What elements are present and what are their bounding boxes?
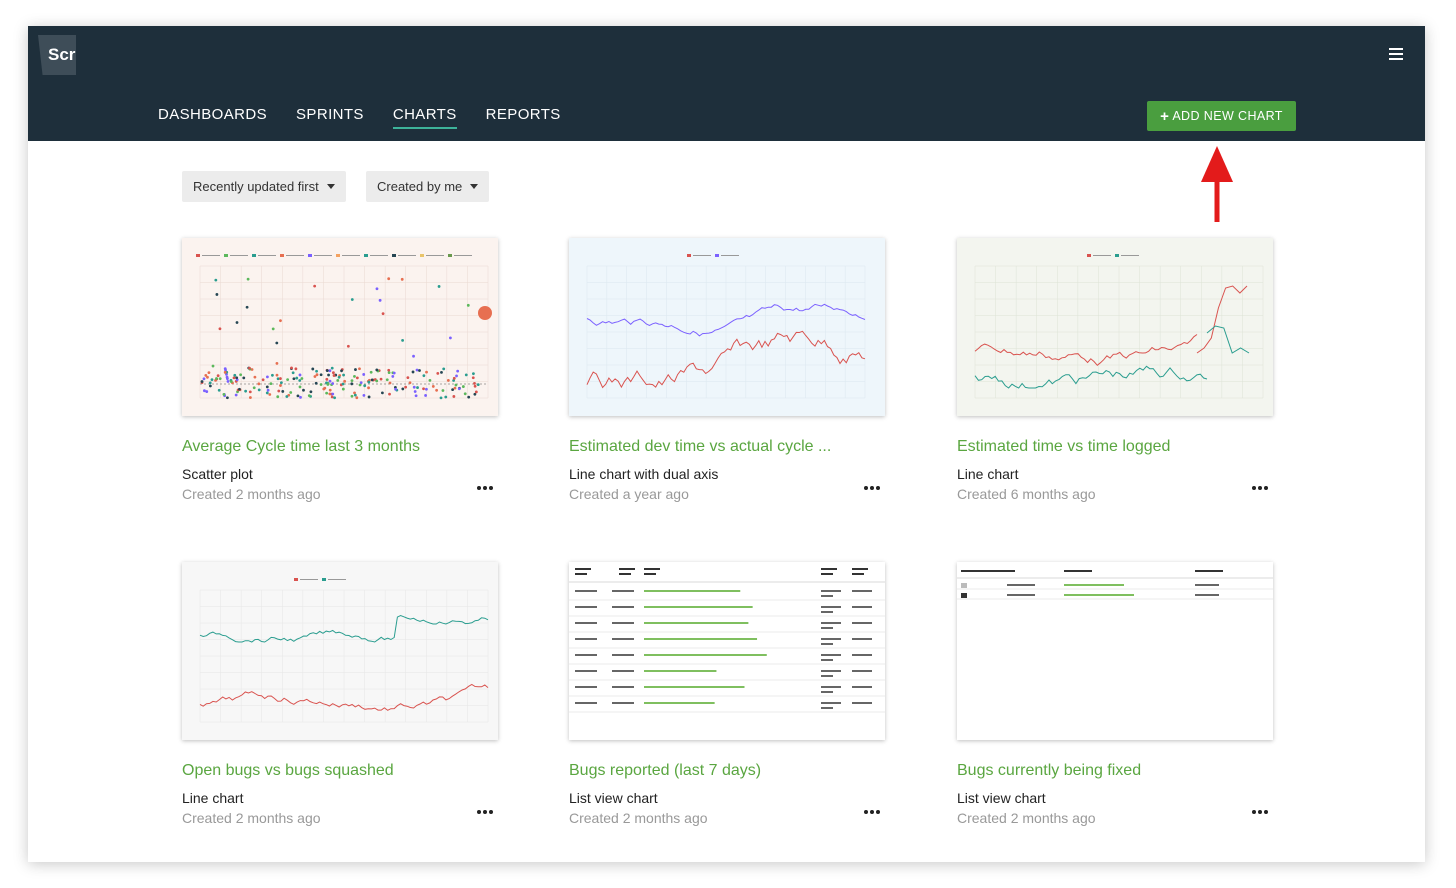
chart-title-link[interactable]: Estimated dev time vs actual cycle ... (569, 438, 885, 456)
more-options-icon[interactable] (1252, 486, 1268, 490)
sort-dropdown-label: Recently updated first (193, 179, 319, 194)
add-new-chart-label: ADD NEW CHART (1172, 109, 1283, 123)
nav-sprints[interactable]: SPRINTS (296, 106, 364, 129)
top-navigation-bar: Scr DASHBOARDS SPRINTS CHARTS REPORTS + … (28, 26, 1425, 141)
nav-charts[interactable]: CHARTS (392, 106, 457, 129)
add-new-chart-button[interactable]: + ADD NEW CHART (1147, 101, 1296, 131)
chart-type-label: Line chart with dual axis (569, 466, 719, 482)
more-options-icon[interactable] (477, 486, 493, 490)
chart-thumbnail[interactable] (569, 238, 885, 416)
chart-type-label: List view chart (957, 790, 1046, 806)
more-options-icon[interactable] (477, 810, 493, 814)
caret-down-icon (326, 184, 335, 189)
chart-card: Estimated time vs time logged Line chart… (957, 238, 1273, 502)
chart-card: Estimated dev time vs actual cycle ... L… (569, 238, 885, 502)
chart-card: Average Cycle time last 3 months Scatter… (182, 238, 498, 502)
chart-thumbnail[interactable] (182, 562, 498, 740)
chart-title-link[interactable]: Estimated time vs time logged (957, 438, 1273, 456)
logo-text: Scr (48, 45, 76, 64)
chart-thumbnail[interactable] (182, 238, 498, 416)
app-window: Scr DASHBOARDS SPRINTS CHARTS REPORTS + … (28, 26, 1425, 862)
chart-created-label: Created 2 months ago (569, 810, 708, 826)
owner-filter-label: Created by me (377, 179, 463, 194)
more-options-icon[interactable] (1252, 810, 1268, 814)
chart-title-link[interactable]: Bugs reported (last 7 days) (569, 762, 885, 780)
chart-card: Bugs reported (last 7 days) List view ch… (569, 562, 885, 826)
chart-title-link[interactable]: Open bugs vs bugs squashed (182, 762, 498, 780)
chart-type-label: Scatter plot (182, 466, 253, 482)
chart-card: Bugs currently being fixed List view cha… (957, 562, 1273, 826)
nav-reports[interactable]: REPORTS (486, 106, 561, 129)
chart-created-label: Created a year ago (569, 486, 689, 502)
chart-type-label: Line chart (957, 466, 1019, 482)
plus-icon: + (1160, 107, 1170, 125)
main-nav: DASHBOARDS SPRINTS CHARTS REPORTS (158, 106, 561, 129)
chart-created-label: Created 6 months ago (957, 486, 1096, 502)
chart-created-label: Created 2 months ago (182, 810, 321, 826)
more-options-icon[interactable] (864, 810, 880, 814)
owner-filter-dropdown[interactable]: Created by me (366, 171, 490, 202)
chart-type-label: Line chart (182, 790, 244, 806)
chart-thumbnail[interactable] (957, 238, 1273, 416)
caret-down-icon (470, 184, 479, 189)
hamburger-menu-icon[interactable] (1389, 48, 1403, 60)
chart-title-link[interactable]: Bugs currently being fixed (957, 762, 1273, 780)
sort-dropdown[interactable]: Recently updated first (182, 171, 346, 202)
chart-title-link[interactable]: Average Cycle time last 3 months (182, 438, 498, 456)
chart-type-label: List view chart (569, 790, 658, 806)
red-arrow-annotation (1201, 146, 1233, 222)
chart-card: Open bugs vs bugs squashed Line chart Cr… (182, 562, 498, 826)
chart-thumbnail[interactable] (957, 562, 1273, 740)
nav-dashboards[interactable]: DASHBOARDS (158, 106, 267, 129)
more-options-icon[interactable] (864, 486, 880, 490)
chart-created-label: Created 2 months ago (957, 810, 1096, 826)
chart-created-label: Created 2 months ago (182, 486, 321, 502)
chart-thumbnail[interactable] (569, 562, 885, 740)
